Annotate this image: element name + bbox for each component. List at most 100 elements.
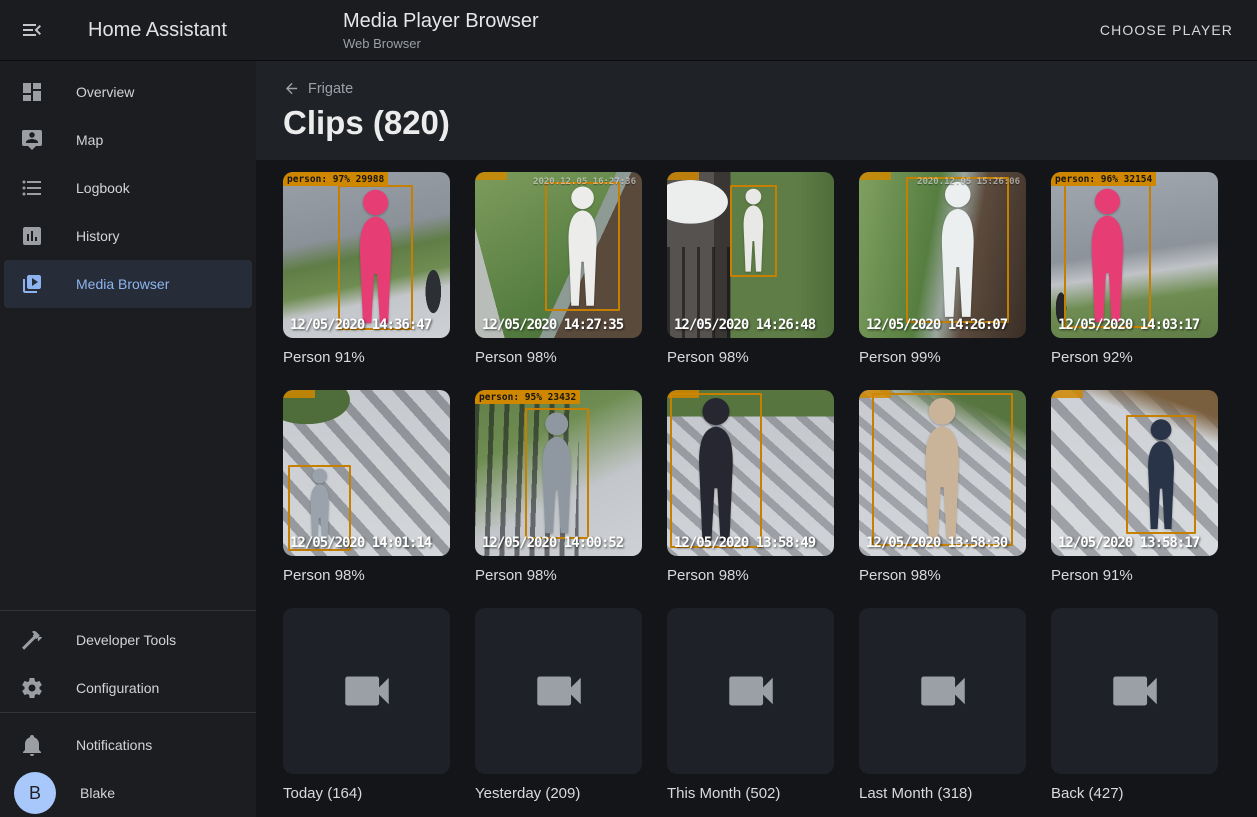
- arrow-left-icon: [283, 80, 300, 97]
- clip-item[interactable]: 12/05/2020 13:58:49 Person 98%: [667, 390, 834, 584]
- sidebar-item-label: Overview: [76, 84, 134, 100]
- folder-item[interactable]: Last Month (318): [859, 608, 1026, 802]
- clip-thumbnail[interactable]: person: 97% 29988 12/05/2020 14:36:47: [283, 172, 450, 338]
- sidebar-item-logbook[interactable]: Logbook: [4, 164, 252, 212]
- clip-caption: Person 91%: [283, 349, 450, 366]
- detection-label: [859, 172, 891, 180]
- sidebar-item-map[interactable]: Map: [4, 116, 252, 164]
- detection-bbox: [525, 408, 588, 539]
- clip-thumbnail[interactable]: 2020.12.05 15:26:06 12/05/2020 14:26:07: [859, 172, 1026, 338]
- clip-timestamp: 12/05/2020 14:03:17: [1058, 317, 1199, 333]
- detection-label: [1051, 390, 1083, 398]
- detection-label: [859, 390, 891, 398]
- sidebar-item-label: Media Browser: [76, 276, 169, 292]
- avatar: B: [14, 772, 56, 814]
- clip-caption: Person 98%: [283, 567, 450, 584]
- account-location-icon: [20, 128, 44, 152]
- sidebar-item-media-browser[interactable]: Media Browser: [4, 260, 252, 308]
- clip-item[interactable]: person: 95% 23432 12/05/2020 14:00:52 Pe…: [475, 390, 642, 584]
- chart-box-icon: [20, 224, 44, 248]
- clip-thumbnail[interactable]: 12/05/2020 14:26:48: [667, 172, 834, 338]
- sidebar-item-history[interactable]: History: [4, 212, 252, 260]
- view-dashboard-icon: [20, 80, 44, 104]
- sidebar-item-label: Configuration: [76, 680, 159, 696]
- clip-caption: Person 92%: [1051, 349, 1218, 366]
- folder-item[interactable]: Back (427): [1051, 608, 1218, 802]
- clip-caption: Person 98%: [667, 567, 834, 584]
- gear-icon: [20, 676, 44, 700]
- clip-item[interactable]: 2020.12.05 15:26:06 12/05/2020 14:26:07 …: [859, 172, 1026, 366]
- video-camera-icon: [338, 662, 396, 720]
- folder-thumbnail[interactable]: [475, 608, 642, 774]
- folder-item[interactable]: Today (164): [283, 608, 450, 802]
- sidebar-item-notifications[interactable]: Notifications: [4, 721, 252, 769]
- clip-timestamp: 12/05/2020 13:58:49: [674, 535, 815, 551]
- video-camera-icon: [530, 662, 588, 720]
- breadcrumb[interactable]: Frigate: [283, 80, 353, 97]
- folder-thumbnail[interactable]: [667, 608, 834, 774]
- clip-caption: Person 98%: [475, 349, 642, 366]
- folder-caption: Yesterday (209): [475, 785, 642, 802]
- clip-caption: Person 98%: [667, 349, 834, 366]
- clip-item[interactable]: person: 97% 29988 12/05/2020 14:36:47 Pe…: [283, 172, 450, 366]
- media-browser-heading: Media Player Browser Web Browser: [343, 10, 539, 51]
- folder-caption: Last Month (318): [859, 785, 1026, 802]
- choose-player-button[interactable]: CHOOSE PLAYER: [1092, 14, 1241, 46]
- folder-item[interactable]: Yesterday (209): [475, 608, 642, 802]
- sidebar-spacer: [0, 308, 256, 610]
- page-header-subtitle: Web Browser: [343, 36, 539, 51]
- clip-caption: Person 91%: [1051, 567, 1218, 584]
- person-silhouette: [340, 187, 411, 327]
- clip-thumbnail[interactable]: 12/05/2020 13:58:30: [859, 390, 1026, 556]
- clip-thumbnail[interactable]: person: 95% 23432 12/05/2020 14:00:52: [475, 390, 642, 556]
- sidebar-item-developer-tools[interactable]: Developer Tools: [4, 616, 252, 664]
- detection-bbox: [545, 182, 620, 311]
- detection-bbox: [1126, 415, 1196, 535]
- clip-item[interactable]: 12/05/2020 13:58:30 Person 98%: [859, 390, 1026, 584]
- video-camera-icon: [722, 662, 780, 720]
- clip-timestamp: 12/05/2020 13:58:30: [866, 535, 1007, 551]
- page-header-title: Media Player Browser: [343, 10, 539, 33]
- clip-item[interactable]: 12/05/2020 14:01:14 Person 98%: [283, 390, 450, 584]
- sidebar-item-configuration[interactable]: Configuration: [4, 664, 252, 712]
- detection-bbox: [730, 185, 777, 276]
- detection-bbox: [1064, 184, 1151, 328]
- menu-open-icon[interactable]: [20, 18, 44, 42]
- clip-timestamp: 12/05/2020 13:58:17: [1058, 535, 1199, 551]
- hammer-icon: [20, 628, 44, 652]
- camera-osd-timestamp: 2020.12.05 15:26:06: [917, 177, 1020, 187]
- breadcrumb-label[interactable]: Frigate: [308, 81, 353, 97]
- person-silhouette: [1066, 186, 1149, 326]
- sidebar-item-overview[interactable]: Overview: [4, 68, 252, 116]
- clip-timestamp: 12/05/2020 14:26:07: [866, 317, 1007, 333]
- folder-item[interactable]: This Month (502): [667, 608, 834, 802]
- folder-thumbnail[interactable]: [1051, 608, 1218, 774]
- video-camera-icon: [1106, 662, 1164, 720]
- clip-thumbnail[interactable]: 12/05/2020 13:58:17: [1051, 390, 1218, 556]
- clip-item[interactable]: 12/05/2020 13:58:17 Person 91%: [1051, 390, 1218, 584]
- clip-thumbnail[interactable]: 12/05/2020 14:01:14: [283, 390, 450, 556]
- clip-timestamp: 12/05/2020 14:26:48: [674, 317, 815, 333]
- clip-thumbnail[interactable]: 2020.12.05 16:27:36 12/05/2020 14:27:35: [475, 172, 642, 338]
- sidebar-item-label: Notifications: [76, 737, 152, 753]
- clip-caption: Person 98%: [859, 567, 1026, 584]
- detection-label: person: 96% 32154: [1051, 172, 1156, 186]
- folder-thumbnail[interactable]: [859, 608, 1026, 774]
- clip-item[interactable]: 12/05/2020 14:26:48 Person 98%: [667, 172, 834, 366]
- person-silhouette: [732, 187, 775, 274]
- sidebar-item-label: Map: [76, 132, 103, 148]
- sidebar-item-label: Developer Tools: [76, 632, 176, 648]
- media-browser-header: Frigate Clips (820): [256, 60, 1257, 160]
- clip-thumbnail[interactable]: person: 96% 32154 12/05/2020 14:03:17: [1051, 172, 1218, 338]
- folder-caption: Today (164): [283, 785, 450, 802]
- clip-item[interactable]: 2020.12.05 16:27:36 12/05/2020 14:27:35 …: [475, 172, 642, 366]
- clip-thumbnail[interactable]: 12/05/2020 13:58:49: [667, 390, 834, 556]
- sidebar-item-label: History: [76, 228, 120, 244]
- media-browser-content: Frigate Clips (820) person: 97% 29988 12…: [256, 60, 1257, 817]
- sidebar-item-user[interactable]: B Blake: [4, 769, 252, 817]
- clip-item[interactable]: person: 96% 32154 12/05/2020 14:03:17 Pe…: [1051, 172, 1218, 366]
- folder-thumbnail[interactable]: [283, 608, 450, 774]
- list-bulleted-icon: [20, 176, 44, 200]
- detection-bbox: [906, 177, 1010, 323]
- detection-label: [283, 390, 315, 398]
